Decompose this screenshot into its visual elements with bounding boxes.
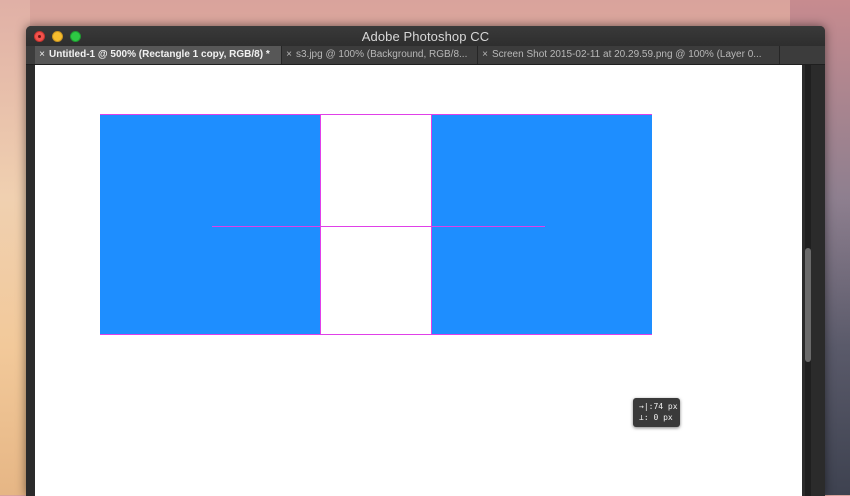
- photoshop-window: Adobe Photoshop CC × Untitled-1 @ 500% (R…: [26, 26, 825, 496]
- vertical-scrollbar[interactable]: [805, 65, 811, 496]
- document-tab-bar: × Untitled-1 @ 500% (Rectangle 1 copy, RG…: [26, 46, 825, 65]
- title-bar[interactable]: Adobe Photoshop CC: [26, 26, 825, 46]
- measurement-tooltip: →|:74 px ⊥: 0 px: [633, 398, 680, 427]
- tab-label: Untitled-1 @ 500% (Rectangle 1 copy, RGB…: [49, 49, 270, 60]
- smart-guide-bottom: [100, 334, 652, 335]
- width-arrow-icon: →|: [639, 402, 649, 411]
- tab-s3-jpg[interactable]: × s3.jpg @ 100% (Background, RGB/8...: [282, 46, 478, 64]
- canvas-area[interactable]: [26, 65, 825, 496]
- tab-close-icon[interactable]: ×: [35, 46, 49, 64]
- rectangle-right[interactable]: [432, 115, 652, 334]
- smart-guide-right-edge: [431, 115, 432, 334]
- tab-screen-shot[interactable]: × Screen Shot 2015-02-11 at 20.29.59.png …: [478, 46, 780, 64]
- measure-width-row: →|:74 px: [639, 402, 678, 411]
- scrollbar-thumb[interactable]: [805, 248, 811, 362]
- tab-label: s3.jpg @ 100% (Background, RGB/8...: [296, 49, 468, 60]
- smart-guide-left-edge: [320, 115, 321, 334]
- smart-guide-center: [212, 226, 545, 227]
- measure-height-value: 0 px: [653, 413, 673, 422]
- tab-close-icon[interactable]: ×: [282, 46, 296, 64]
- window-title: Adobe Photoshop CC: [361, 29, 490, 44]
- tab-close-icon[interactable]: ×: [478, 46, 492, 64]
- measure-height-row: ⊥: 0 px: [639, 413, 673, 422]
- smart-guide-top: [100, 114, 652, 115]
- document-canvas[interactable]: [35, 65, 802, 496]
- measure-width-value: 74 px: [653, 402, 678, 411]
- tab-label: Screen Shot 2015-02-11 at 20.29.59.png @…: [492, 49, 762, 60]
- rectangle-left[interactable]: [100, 115, 320, 334]
- tab-untitled-1[interactable]: × Untitled-1 @ 500% (Rectangle 1 copy, RG…: [35, 46, 282, 64]
